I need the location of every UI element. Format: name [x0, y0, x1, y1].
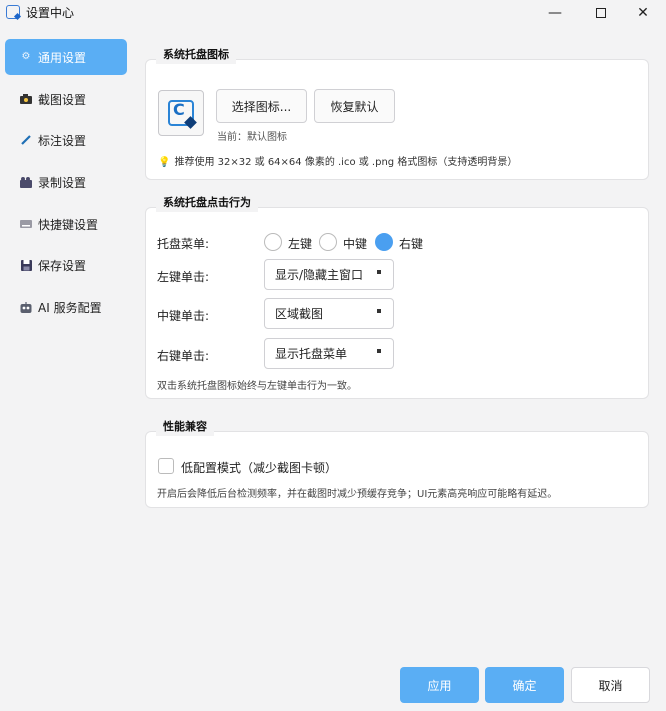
gear-icon: ⚙ — [21, 51, 31, 62]
dropdown-arrow-icon — [377, 349, 381, 353]
tray-icon-section-title: 系统托盘图标 — [156, 46, 236, 64]
robot-icon — [20, 301, 32, 313]
right-click-value: 显示托盘菜单 — [275, 347, 348, 361]
current-icon-text: 当前：默认图标 — [217, 132, 287, 143]
maximize-button[interactable] — [578, 0, 624, 26]
radio-middle[interactable] — [319, 233, 337, 251]
sidebar-item-label: 录制设置 — [38, 175, 87, 190]
right-click-select[interactable]: 显示托盘菜单 — [264, 338, 394, 369]
sidebar-item-save[interactable]: 保存设置 — [5, 247, 127, 283]
camera-icon — [20, 93, 32, 105]
tray-click-card — [145, 207, 649, 399]
low-config-checkbox[interactable] — [158, 458, 174, 474]
pen-icon — [20, 134, 32, 146]
middle-click-select[interactable]: 区域截图 — [264, 298, 394, 329]
choose-icon-button[interactable]: 选择图标... — [216, 89, 307, 123]
reset-default-button[interactable]: 恢复默认 — [314, 89, 395, 123]
sidebar-item-label: AI 服务配置 — [38, 300, 102, 315]
left-click-value: 显示/隐藏主窗口 — [275, 268, 364, 282]
sidebar-item-label: 截图设置 — [38, 92, 87, 107]
sidebar-item-screenshot[interactable]: 截图设置 — [5, 81, 127, 117]
tray-icon-preview — [158, 90, 204, 136]
sidebar-item-label: 标注设置 — [38, 133, 87, 148]
radio-left[interactable] — [264, 233, 282, 251]
double-click-note: 双击系统托盘图标始终与左键单击行为一致。 — [157, 381, 357, 392]
title-bar: 设置中心 — ✕ — [0, 0, 666, 26]
sidebar-item-shortcuts[interactable]: 快捷键设置 — [5, 206, 127, 242]
cancel-button[interactable]: 取消 — [571, 667, 650, 703]
performance-section-title: 性能兼容 — [156, 418, 214, 436]
sidebar-item-label: 保存设置 — [38, 258, 87, 273]
minimize-button[interactable]: — — [532, 0, 578, 26]
lightbulb-icon: 💡 — [158, 157, 171, 168]
low-config-label: 低配置模式（减少截图卡顿） — [181, 461, 338, 475]
middle-click-value: 区域截图 — [275, 307, 324, 321]
close-button[interactable]: ✕ — [620, 0, 666, 26]
radio-right-label: 右键 — [399, 237, 424, 251]
apply-button[interactable]: 应用 — [400, 667, 479, 703]
radio-middle-label: 中键 — [343, 237, 368, 251]
dropdown-arrow-icon — [377, 270, 381, 274]
sidebar-item-label: 通用设置 — [38, 50, 87, 65]
sidebar-item-label: 快捷键设置 — [38, 217, 99, 232]
tray-menu-label: 托盘菜单: — [157, 237, 210, 251]
left-click-select[interactable]: 显示/隐藏主窗口 — [264, 259, 394, 290]
icon-hint: 💡 推荐使用 32×32 或 64×64 像素的 .ico 或 .png 格式图标… — [158, 153, 517, 168]
dropdown-arrow-icon — [377, 309, 381, 313]
right-click-label: 右键单击: — [157, 349, 210, 363]
sidebar-item-recording[interactable]: 录制设置 — [5, 164, 127, 200]
radio-left-label: 左键 — [288, 237, 313, 251]
video-icon — [20, 176, 32, 188]
keyboard-icon — [20, 218, 32, 230]
sidebar-item-general[interactable]: ⚙ 通用设置 — [5, 39, 127, 75]
window-title: 设置中心 — [26, 6, 75, 20]
performance-note: 开启后会降低后台检测频率，并在截图时减少预缓存竞争；UI元素高亮响应可能略有延迟… — [157, 489, 558, 500]
save-icon — [20, 259, 32, 271]
ok-button[interactable]: 确定 — [485, 667, 564, 703]
icon-hint-text: 推荐使用 32×32 或 64×64 像素的 .ico 或 .png 格式图标（… — [174, 157, 518, 168]
app-logo-icon — [6, 5, 20, 19]
radio-right[interactable] — [375, 233, 393, 251]
left-click-label: 左键单击: — [157, 270, 210, 284]
maximize-icon — [596, 8, 606, 18]
app-logo-icon — [168, 100, 194, 126]
sidebar-item-annotation[interactable]: 标注设置 — [5, 122, 127, 158]
tray-click-section-title: 系统托盘点击行为 — [156, 194, 258, 212]
sidebar-item-ai-service[interactable]: AI 服务配置 — [5, 289, 127, 325]
middle-click-label: 中键单击: — [157, 309, 210, 323]
